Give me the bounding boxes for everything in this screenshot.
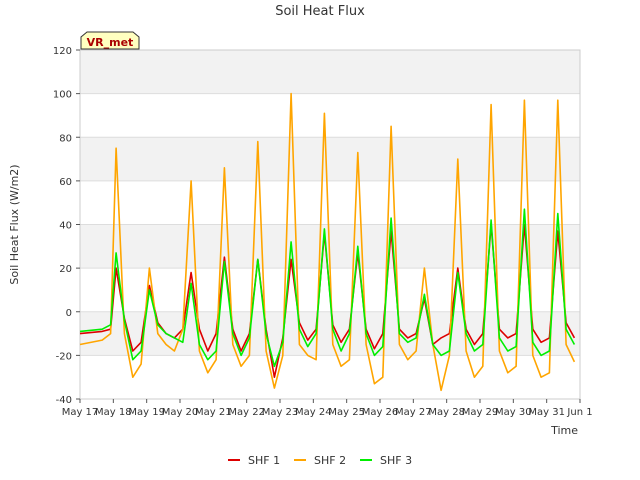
legend-label: SHF 2 [314, 454, 346, 467]
x-tick-label: May 25 [328, 407, 365, 418]
x-tick-label: May 27 [395, 407, 432, 418]
x-tick-label: May 20 [162, 407, 199, 418]
y-tick-label: -20 [56, 351, 72, 362]
plot-band [80, 137, 580, 181]
y-tick-label: 20 [59, 264, 72, 275]
x-tick-label: May 21 [195, 407, 232, 418]
plot-band [80, 311, 580, 356]
soil-heat-flux-chart: Soil Heat Flux -40 -20 0 20 40 60 80 100 120 May… [8, 4, 593, 467]
x-tick-label: May 19 [128, 407, 165, 418]
x-tick-label: May 30 [495, 407, 532, 418]
y-axis-label: Soil Heat Flux (W/m2) [8, 164, 21, 284]
plot-band [80, 180, 580, 225]
site-label-badge: VR_met [80, 31, 140, 50]
x-tick-label: May 31 [528, 407, 565, 418]
x-tick-label: May 28 [428, 407, 465, 418]
y-tick-label: 0 [66, 308, 72, 319]
x-tick-label: May 17 [62, 407, 99, 418]
plot-band [80, 93, 580, 138]
y-tick-label: 60 [59, 177, 72, 188]
site-label-text: VR_met [87, 36, 134, 49]
plot-band [80, 355, 580, 399]
chart-title: Soil Heat Flux [275, 4, 365, 19]
y-tick-label: 100 [53, 90, 72, 101]
chart-legend: SHF 1 SHF 2 SHF 3 [228, 454, 412, 467]
x-tick-label: May 23 [262, 407, 299, 418]
y-tick-label: -40 [56, 395, 72, 406]
y-tick-label: 80 [59, 133, 72, 144]
x-tick-label: Jun 1 [566, 407, 592, 418]
x-axis-ticks: May 17May 18May 19May 20May 21May 22May … [62, 399, 593, 418]
x-axis-label: Time [550, 424, 578, 437]
x-tick-label: May 24 [295, 407, 332, 418]
x-tick-label: May 18 [95, 407, 132, 418]
x-tick-label: May 22 [228, 407, 265, 418]
y-axis-ticks: -40 -20 0 20 40 60 80 100 120 [53, 46, 80, 406]
plot-band [80, 50, 580, 94]
x-tick-label: May 26 [362, 407, 399, 418]
y-tick-label: 40 [59, 221, 72, 232]
y-tick-label: 120 [53, 46, 72, 57]
x-tick-label: May 29 [462, 407, 499, 418]
legend-label: SHF 3 [380, 454, 412, 467]
legend-label: SHF 1 [248, 454, 280, 467]
